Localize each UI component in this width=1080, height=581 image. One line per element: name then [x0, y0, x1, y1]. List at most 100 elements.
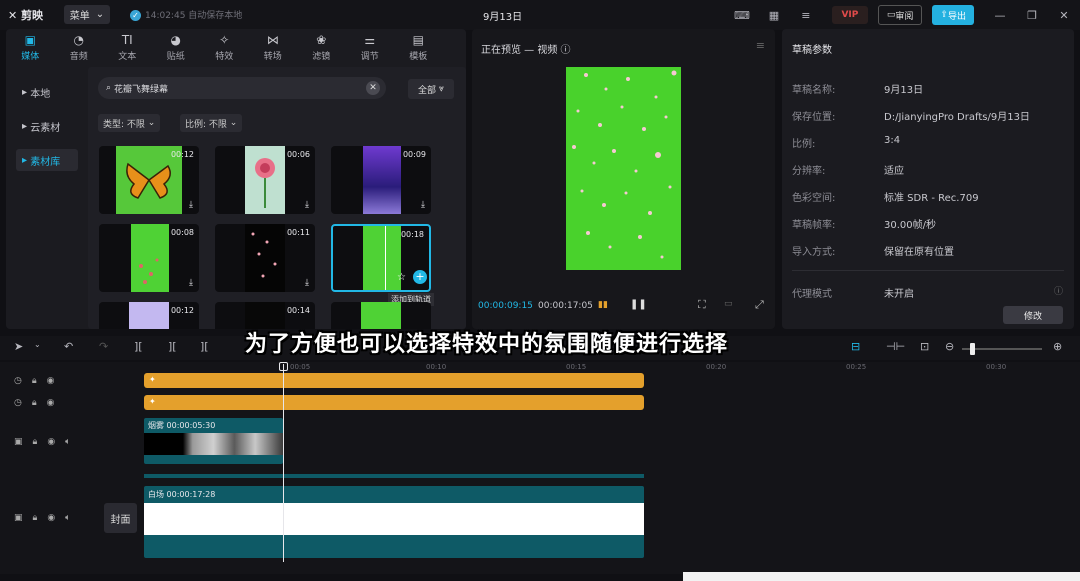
fullscreen-crop-icon[interactable]: ⛶	[698, 298, 706, 312]
smoke-clip[interactable]: 烟雾 00:00:05:30	[144, 418, 283, 464]
close-icon[interactable]: ✕	[1054, 5, 1074, 25]
restore-icon[interactable]: ❐	[1022, 5, 1042, 25]
lock-icon[interactable]: 🔒︎	[33, 437, 38, 447]
main-video-clip[interactable]: 白场 00:00:17:28	[144, 486, 644, 558]
ruler-tick: 00:20	[706, 363, 727, 371]
project-title: 9月13日	[483, 12, 523, 23]
link-icon[interactable]: ⊣⊢	[886, 340, 905, 353]
pause-icon[interactable]: ❚❚	[630, 299, 647, 310]
library-item[interactable]: 00:14	[215, 302, 315, 329]
vip-badge[interactable]: VIP	[831, 6, 868, 24]
layout-icon[interactable]: ▦	[764, 5, 784, 25]
lock-icon[interactable]: 🔒︎	[32, 376, 37, 386]
tab-media[interactable]: ▣ 媒体	[6, 29, 55, 65]
visibility-icon[interactable]: ◉	[47, 513, 55, 523]
library-item[interactable]: 00:09 ⤓	[331, 146, 431, 214]
library-item[interactable]: 00:06 ⤓	[215, 146, 315, 214]
audio-icon[interactable]: 🔈︎	[65, 437, 70, 447]
download-icon[interactable]: ⤓	[189, 278, 193, 288]
audio-icon[interactable]: 🔈︎	[65, 513, 70, 523]
petals-thumbnail	[245, 302, 285, 329]
sidebar-item-library[interactable]: ▸ 素材库	[16, 149, 78, 171]
download-icon[interactable]: ⤓	[421, 200, 425, 210]
menu-icon[interactable]: ≡	[796, 5, 816, 25]
search-input[interactable]: ⌕ 花瓣飞舞绿幕 ✕	[98, 77, 386, 99]
tab-sticker[interactable]: ◕ 贴纸	[152, 29, 201, 65]
library-item[interactable]: 00:11 ⤓	[215, 224, 315, 292]
keyboard-icon[interactable]: ⌨	[732, 5, 752, 25]
preview-video[interactable]	[566, 67, 681, 270]
ratio-filter[interactable]: 比例: 不限 ⌄	[180, 114, 243, 132]
tab-transition[interactable]: ⋈ 转场	[249, 29, 298, 65]
sidebar-item-cloud[interactable]: ▸ 云素材	[16, 115, 78, 137]
lock-icon[interactable]: 🔒︎	[33, 513, 38, 523]
library-item-selected[interactable]: 00:18 ☆ +	[331, 224, 431, 292]
star-icon[interactable]: ☆	[397, 272, 406, 283]
chevron-down-icon: ⌄	[147, 118, 156, 128]
cover-button[interactable]: 封面	[104, 503, 137, 533]
add-to-track-icon[interactable]: +	[413, 270, 427, 284]
visibility-icon[interactable]: ◉	[47, 398, 55, 408]
check-icon: ✓	[130, 10, 141, 21]
clear-icon[interactable]: ✕	[366, 81, 380, 95]
lock-icon[interactable]: 🔒︎	[32, 398, 37, 408]
sidebar-item-label: 本地	[30, 88, 51, 100]
playhead[interactable]	[283, 364, 284, 562]
zoom-out-icon[interactable]: ⊖	[945, 340, 954, 353]
zoom-slider[interactable]	[962, 343, 1042, 355]
playhead-handle[interactable]	[279, 362, 288, 371]
clip-duration: 00:18	[400, 230, 424, 239]
trim-left-icon[interactable]: ][	[168, 340, 177, 353]
info-icon[interactable]: ⓘ	[1054, 284, 1063, 297]
split-icon[interactable]: ][	[134, 340, 143, 353]
track-header: ▣ 🔒︎ ◉ 🔈︎	[8, 509, 96, 527]
undo-icon[interactable]: ↶	[64, 340, 73, 353]
param-key: 代理模式	[792, 289, 832, 300]
search-value: 花瓣飞舞绿幕	[114, 84, 169, 95]
effect-clip[interactable]: ✦	[144, 395, 644, 410]
export-button[interactable]: ⇪ 导出	[932, 5, 974, 25]
expand-icon[interactable]: ⤢	[755, 298, 764, 312]
type-filter[interactable]: 类型: 不限 ⌄	[98, 114, 161, 132]
library-item[interactable]: 00:12	[99, 302, 199, 329]
filter-icon: ⩔	[438, 84, 444, 94]
media-sidebar: ▸ 本地 ▸ 云素材 ▸ 素材库	[6, 67, 88, 329]
effect-clip[interactable]: ✦	[144, 373, 644, 388]
tab-text[interactable]: TI 文本	[103, 29, 152, 65]
redo-icon[interactable]: ↷	[99, 340, 108, 353]
tab-effects[interactable]: ✧ 特效	[200, 29, 249, 65]
audio-meter-icon: ▮▮	[598, 300, 608, 310]
trim-right-icon[interactable]: ][	[200, 340, 209, 353]
sidebar-item-local[interactable]: ▸ 本地	[16, 81, 78, 103]
preview-axis-icon[interactable]: ⊡	[920, 340, 929, 353]
minimize-icon[interactable]: —	[990, 5, 1010, 25]
menu-button[interactable]: 菜单 ⌄	[64, 5, 110, 24]
tab-audio[interactable]: ◔ 音频	[55, 29, 104, 65]
library-item[interactable]: 00:08 ⤓	[99, 224, 199, 292]
all-filter-button[interactable]: 全部 ⩔	[408, 79, 454, 99]
menu-icon[interactable]: ≡	[756, 39, 765, 52]
ratio-icon[interactable]: ▭	[724, 299, 733, 309]
edit-button[interactable]: 修改	[1003, 306, 1063, 324]
select-cursor-icon[interactable]: ➤	[14, 340, 23, 353]
tab-template[interactable]: ▤ 模板	[394, 29, 443, 65]
tab-filter[interactable]: ❀ 滤镜	[297, 29, 346, 65]
snap-icon[interactable]: ⊟	[851, 340, 860, 353]
export-icon: ⇪	[940, 10, 948, 20]
visibility-icon[interactable]: ◉	[47, 376, 55, 386]
library-item[interactable]: 00:12 ⤓	[99, 146, 199, 214]
zoom-in-icon[interactable]: ⊕	[1053, 340, 1062, 353]
tab-adjust[interactable]: ⚌ 调节	[346, 29, 395, 65]
info-icon[interactable]: ⓘ	[561, 45, 571, 56]
clip-duration: 00:14	[286, 306, 310, 315]
download-icon[interactable]: ⤓	[189, 200, 193, 210]
current-time: 00:00:09:15	[478, 301, 533, 311]
zoom-slider-handle[interactable]	[970, 343, 975, 355]
param-key: 色彩空间:	[792, 193, 836, 204]
library-item[interactable]	[331, 302, 431, 329]
review-button[interactable]: ▭ 审阅	[877, 5, 923, 25]
download-icon[interactable]: ⤓	[305, 278, 309, 288]
download-icon[interactable]: ⤓	[305, 200, 309, 210]
chevron-down-icon[interactable]: ⌄	[34, 340, 41, 349]
visibility-icon[interactable]: ◉	[47, 437, 55, 447]
